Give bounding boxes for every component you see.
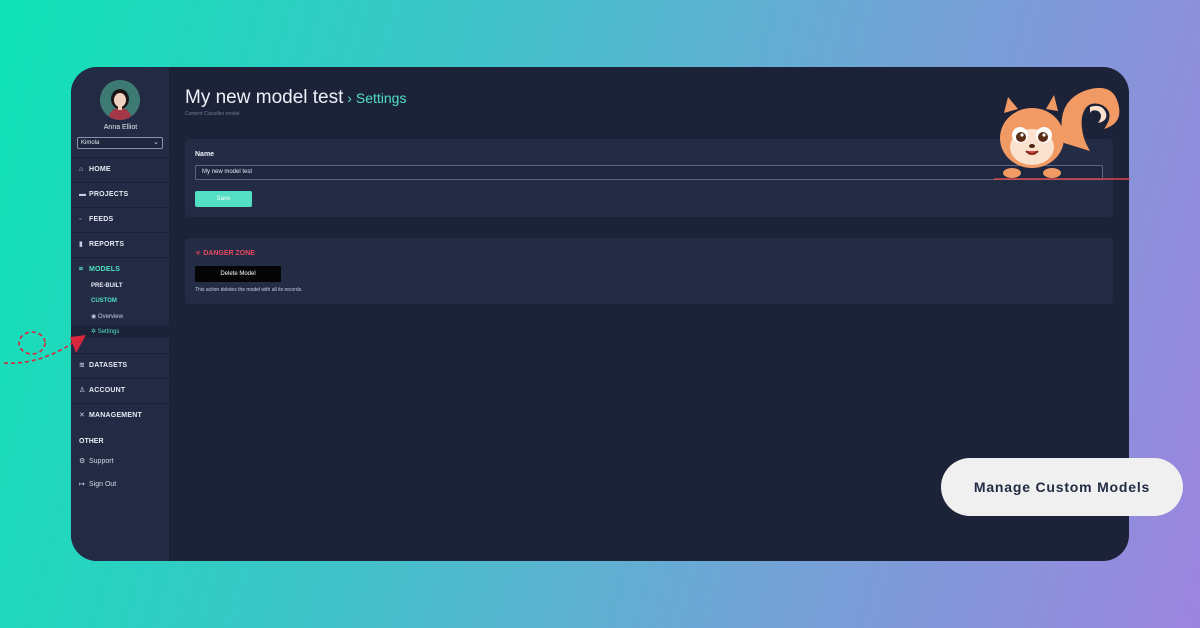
nav-models-custom[interactable]: CUSTOM bbox=[91, 298, 117, 304]
sign-out-icon: ↦ bbox=[79, 481, 85, 488]
squirrel-mascot-icon bbox=[994, 87, 1130, 180]
nav-sign-out[interactable]: ↦ Sign Out bbox=[79, 480, 116, 488]
arrow-annotation-icon bbox=[3, 331, 86, 364]
organization-value: Kimola bbox=[81, 140, 100, 146]
organization-select[interactable]: Kimola ⌄ bbox=[77, 137, 163, 149]
user-name: Anna Elliot bbox=[103, 124, 138, 131]
delete-model-button[interactable]: Delete Model bbox=[195, 266, 281, 282]
nav-models[interactable]: ⌗ MODELS bbox=[71, 257, 170, 281]
name-label: Name bbox=[195, 151, 215, 158]
danger-zone-card: ☣ DANGER ZONE Delete Model This action d… bbox=[185, 238, 1113, 304]
support-icon: ⚙ bbox=[79, 458, 86, 465]
nav-feeds[interactable]: ◦ FEEDS bbox=[71, 207, 170, 231]
sidebar: Anna Elliot Kimola ⌄ ⌂ HOME ▬ PROJECTS ◦ FE… bbox=[71, 67, 170, 561]
nav-management[interactable]: ✕ MANAGEMENT bbox=[71, 403, 170, 427]
page-subtitle: Content Classifier model bbox=[185, 111, 240, 117]
models-icon: ⌗ bbox=[79, 266, 84, 273]
nav-models-prebuilt[interactable]: PRE-BUILT bbox=[91, 283, 123, 289]
nav-support[interactable]: ⚙ Support bbox=[79, 457, 114, 465]
breadcrumb[interactable]: › Settings bbox=[343, 90, 406, 106]
home-icon: ⌂ bbox=[79, 166, 84, 173]
folder-icon: ▬ bbox=[79, 191, 87, 198]
bar-chart-icon: ▮ bbox=[79, 241, 84, 248]
caption-pill: Manage Custom Models bbox=[941, 458, 1183, 516]
nav-home[interactable]: ⌂ HOME bbox=[71, 157, 170, 181]
name-card: Name My new model test Save bbox=[185, 139, 1113, 217]
model-name-input[interactable]: My new model test bbox=[195, 165, 1103, 180]
user-avatar-icon bbox=[100, 80, 140, 120]
biohazard-icon: ☣ bbox=[195, 250, 202, 257]
tools-icon: ✕ bbox=[79, 412, 86, 419]
danger-zone-title: ☣ DANGER ZONE bbox=[195, 250, 255, 257]
feed-icon: ◦ bbox=[79, 216, 82, 223]
chevron-down-icon: ⌄ bbox=[153, 139, 159, 146]
page-title: My new model test › Settings bbox=[185, 87, 407, 108]
eye-icon: ◉ bbox=[91, 314, 97, 320]
avatar[interactable] bbox=[100, 80, 140, 120]
other-heading: OTHER bbox=[79, 438, 104, 445]
nav-projects[interactable]: ▬ PROJECTS bbox=[71, 182, 170, 206]
danger-note: This action deletes the model with all i… bbox=[195, 287, 303, 293]
nav-custom-overview[interactable]: ◉ Overview bbox=[91, 313, 123, 320]
nav-reports[interactable]: ▮ REPORTS bbox=[71, 232, 170, 256]
account-icon: ♙ bbox=[79, 387, 86, 394]
nav-account[interactable]: ♙ ACCOUNT bbox=[71, 378, 170, 402]
save-button[interactable]: Save bbox=[195, 191, 252, 207]
